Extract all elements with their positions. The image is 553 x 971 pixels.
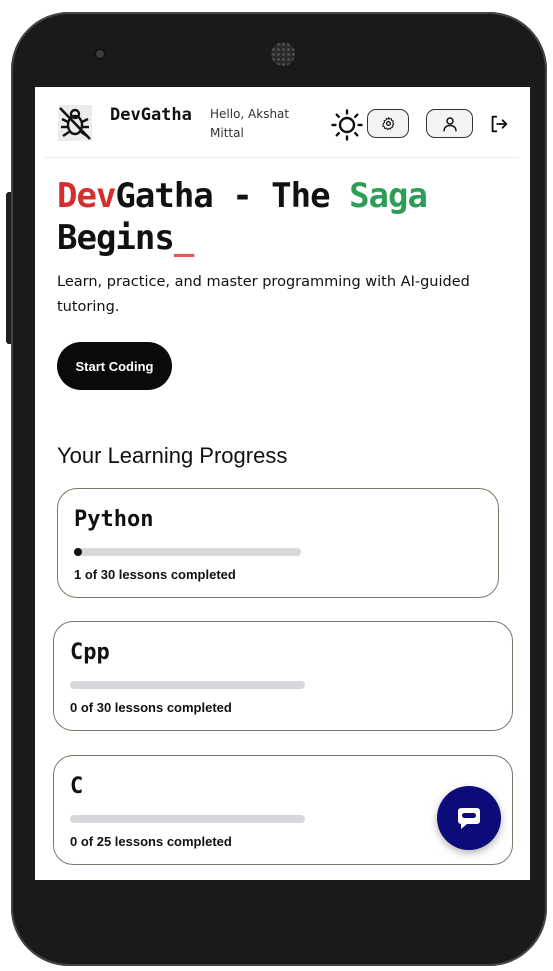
hero-title-dev: Dev [57, 176, 116, 216]
course-card-python[interactable]: Python 1 of 30 lessons completed [57, 488, 499, 598]
lessons-completed: 0 of 30 lessons completed [70, 700, 232, 715]
course-name: Cpp [70, 640, 110, 665]
camera-icon [94, 48, 106, 60]
app-header: DevGatha Hello, Akshat Mittal [44, 87, 519, 158]
progress-bar [70, 815, 305, 823]
bug-logo-icon[interactable] [58, 105, 92, 141]
hero-title: DevGatha - The Saga Begins_ [57, 175, 507, 259]
course-name: C [70, 774, 84, 799]
logout-icon[interactable] [488, 113, 510, 135]
progress-bar [74, 548, 301, 556]
hero-title-gatha: Gatha - The [115, 176, 350, 216]
speaker-icon [271, 42, 295, 66]
hero-title-begins: Begins [57, 218, 175, 258]
progress-fill [74, 548, 82, 556]
chat-bubble-icon [458, 808, 480, 829]
sun-icon[interactable] [331, 109, 363, 141]
user-greeting: Hello, Akshat Mittal [210, 107, 290, 140]
user-icon [442, 116, 457, 131]
course-name: Python [74, 507, 154, 532]
settings-button[interactable] [367, 109, 409, 138]
lessons-completed: 0 of 25 lessons completed [70, 834, 232, 849]
profile-button[interactable] [426, 109, 473, 138]
chat-button[interactable] [437, 786, 501, 850]
progress-bar [70, 681, 305, 689]
progress-heading: Your Learning Progress [57, 443, 288, 468]
app-screen: DevGatha Hello, Akshat Mittal DevGatha -… [35, 87, 530, 880]
typing-cursor: _ [173, 218, 195, 258]
start-coding-button[interactable]: Start Coding [57, 342, 172, 390]
brand-name: DevGatha [110, 105, 192, 125]
gear-icon [381, 117, 394, 131]
course-card-cpp[interactable]: Cpp 0 of 30 lessons completed [53, 621, 513, 731]
hero-title-saga: Saga [349, 176, 428, 216]
hero-subtitle: Learn, practice, and master programming … [57, 274, 470, 315]
lessons-completed: 1 of 30 lessons completed [74, 567, 236, 582]
